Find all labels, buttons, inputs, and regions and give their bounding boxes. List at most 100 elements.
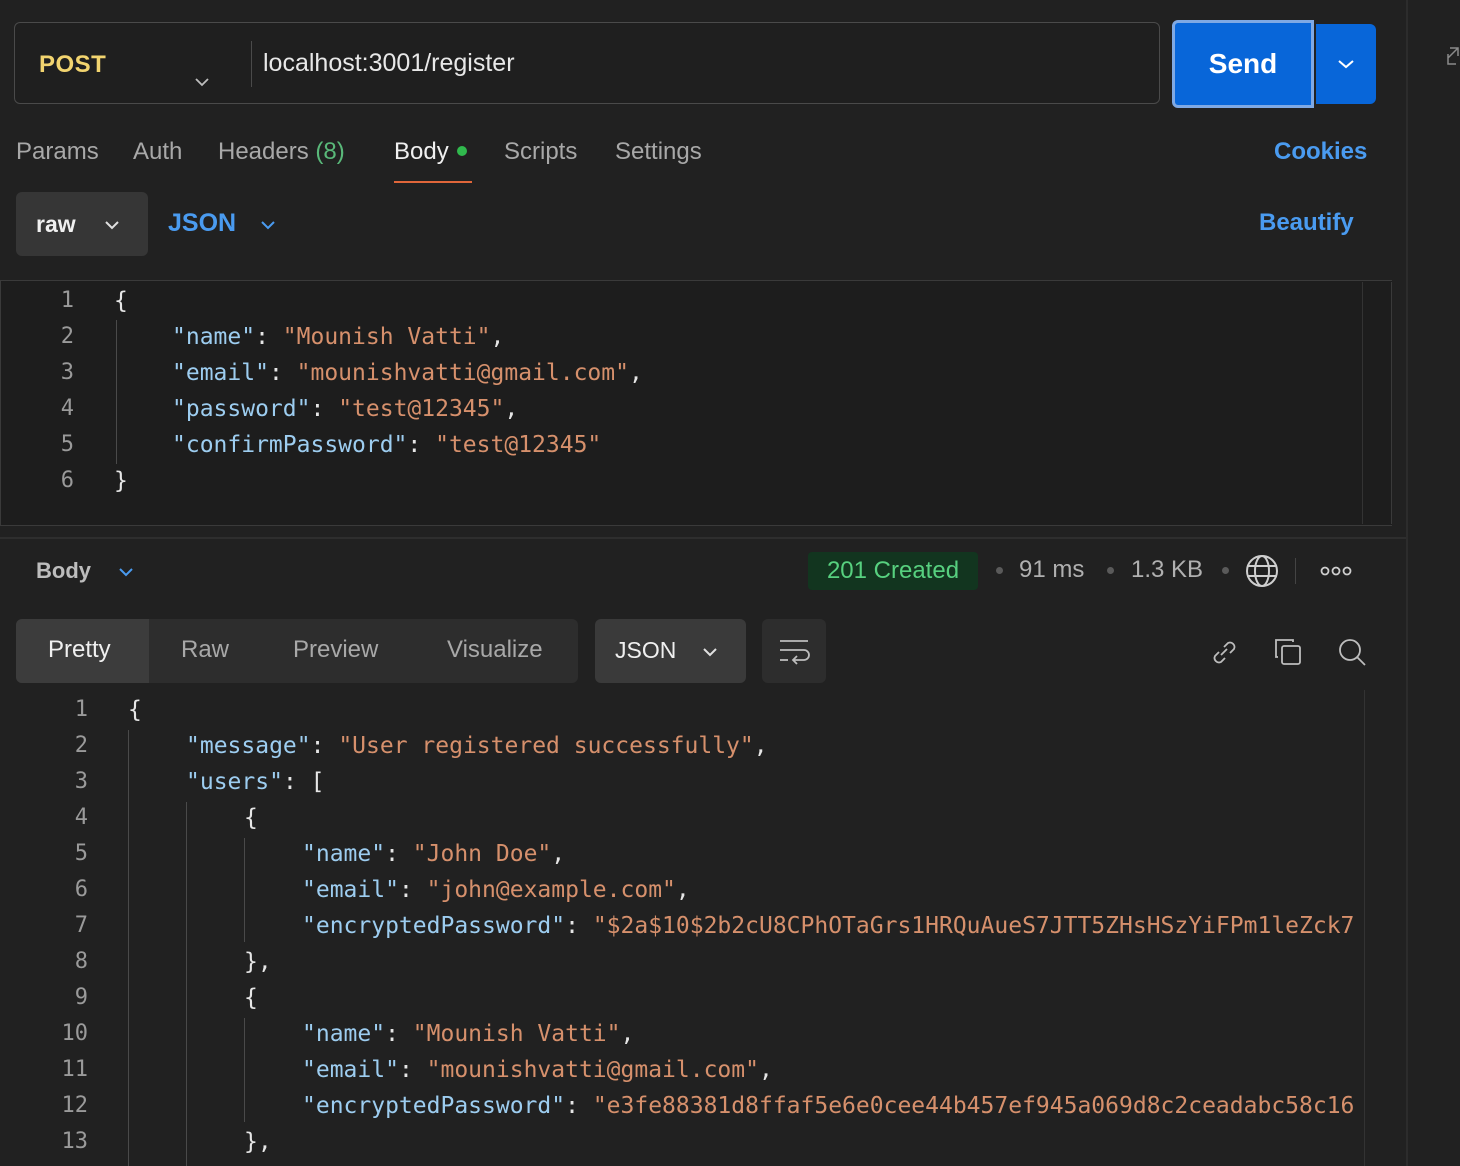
json-punctuation: , [620, 1021, 635, 1047]
json-string: "$2a$10$2b2cU8CPhOTaGrs1HRQuAueS7JTT5ZHs… [592, 913, 1355, 939]
json-key: "confirmPassword" [172, 432, 408, 458]
code-line: "message": "User registered successfully… [186, 728, 768, 764]
indent-guide [244, 1018, 245, 1122]
chevron-down-icon [1338, 60, 1354, 69]
json-key: "name" [302, 1021, 386, 1047]
code-line: { [244, 800, 258, 836]
json-punctuation: : [565, 913, 593, 939]
line-number: 7 [74, 913, 88, 938]
chevron-down-icon[interactable] [260, 218, 276, 232]
json-punctuation: , [490, 324, 505, 350]
line-number: 9 [74, 985, 88, 1010]
tab-headers-label: Headers [218, 138, 309, 165]
line-number: 13 [61, 1129, 89, 1154]
json-string: "User registered successfully" [338, 733, 754, 759]
active-tab-underline [394, 181, 472, 183]
more-horizontal-icon[interactable] [1320, 560, 1352, 582]
json-punctuation: }, [244, 949, 272, 975]
json-punctuation: , [504, 396, 519, 422]
search-icon[interactable] [1336, 636, 1368, 668]
json-punctuation: { [244, 985, 258, 1011]
json-key: "users" [186, 769, 283, 795]
view-tab-preview[interactable]: Preview [293, 636, 378, 664]
json-punctuation: , [551, 841, 566, 867]
json-punctuation: : [407, 432, 436, 458]
code-line: "email": "mounishvatti@gmail.com", [172, 355, 643, 391]
view-tab-pretty[interactable]: Pretty [48, 636, 111, 664]
send-options-button[interactable] [1316, 24, 1376, 104]
line-number: 4 [60, 396, 74, 421]
line-number: 1 [60, 288, 74, 313]
json-string: "test@12345" [338, 396, 505, 422]
indent-guide [116, 320, 117, 464]
json-key: "name" [172, 324, 256, 350]
indent-guide [128, 730, 129, 1166]
beautify-button[interactable]: Beautify [1259, 209, 1354, 237]
json-key: "encryptedPassword" [302, 1093, 566, 1119]
code-line: "encryptedPassword": "$2a$10$2b2cU8CPhOT… [302, 908, 1354, 944]
json-punctuation: : [398, 1057, 427, 1083]
json-string: "Mounish Vatti" [282, 324, 491, 350]
copy-icon[interactable] [1272, 636, 1304, 668]
json-punctuation: } [114, 468, 128, 494]
tab-auth[interactable]: Auth [133, 138, 182, 166]
json-key: "email" [302, 1057, 399, 1083]
response-time[interactable]: 91 ms [1019, 556, 1084, 584]
url-input[interactable]: localhost:3001/register [263, 49, 515, 78]
json-key: "password" [172, 396, 311, 422]
response-section-label[interactable]: Body [36, 558, 91, 584]
code-line: { [244, 980, 258, 1016]
chevron-down-icon[interactable] [118, 565, 134, 579]
wrap-lines-button[interactable] [762, 619, 826, 683]
status-badge[interactable]: 201 Created [808, 552, 978, 590]
code-line: "email": "mounishvatti@gmail.com", [302, 1052, 773, 1088]
json-string: "mounishvatti@gmail.com" [426, 1057, 759, 1083]
link-icon[interactable] [1208, 636, 1240, 668]
chevron-down-icon[interactable] [195, 75, 209, 89]
line-number: 8 [74, 949, 88, 974]
globe-icon[interactable] [1244, 553, 1280, 589]
request-editor-scrollbar[interactable] [1362, 282, 1392, 524]
tab-body-label: Body [394, 138, 449, 165]
indent-guide [186, 802, 187, 1166]
line-number: 5 [60, 432, 74, 457]
json-punctuation: }, [244, 1129, 272, 1155]
response-editor-scrollbar[interactable] [1364, 690, 1393, 1166]
toolbar-separator [1295, 558, 1296, 584]
panel-divider [1406, 0, 1408, 1166]
response-size[interactable]: 1.3 KB [1131, 556, 1203, 584]
line-number: 12 [61, 1093, 89, 1118]
line-number: 6 [74, 877, 88, 902]
json-key: "encryptedPassword" [302, 913, 566, 939]
wrap-lines-icon [780, 640, 810, 665]
line-number: 11 [61, 1057, 89, 1082]
tab-headers[interactable]: Headers (8) [218, 138, 345, 166]
json-punctuation: : [385, 841, 413, 867]
json-punctuation: : [565, 1093, 593, 1119]
body-indicator-dot [456, 145, 467, 156]
tab-scripts[interactable]: Scripts [504, 138, 577, 166]
tab-params[interactable]: Params [16, 138, 99, 166]
tab-settings[interactable]: Settings [615, 138, 702, 166]
code-line: { [128, 692, 142, 728]
view-tab-raw[interactable]: Raw [181, 636, 229, 664]
code-line: "email": "john@example.com", [302, 872, 690, 908]
json-key: "name" [302, 841, 386, 867]
json-string: "mounishvatti@gmail.com" [296, 360, 629, 386]
json-key: "email" [302, 877, 399, 903]
response-divider [0, 537, 1406, 539]
json-key: "message" [186, 733, 311, 759]
json-string: "John Doe" [412, 841, 552, 867]
json-string: "e3fe88381d8ffaf5e6e0cee44b457ef945a069d… [592, 1093, 1355, 1119]
send-button[interactable]: Send [1172, 20, 1314, 108]
json-punctuation: : [268, 360, 297, 386]
code-line: }, [244, 944, 272, 980]
cookies-link[interactable]: Cookies [1274, 138, 1367, 166]
expand-icon[interactable] [1444, 44, 1460, 68]
body-format-dropdown[interactable]: JSON [168, 209, 236, 238]
code-line: } [114, 463, 128, 499]
view-tab-visualize[interactable]: Visualize [447, 636, 543, 664]
method-selector[interactable]: POST [39, 51, 106, 79]
request-url-bar: POST localhost:3001/register [14, 22, 1160, 104]
tab-body[interactable]: Body [394, 138, 467, 166]
